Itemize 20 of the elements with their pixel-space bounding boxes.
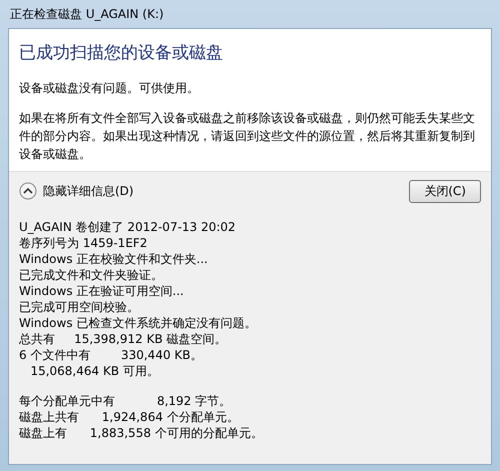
details-toggle[interactable]: 隐藏详细信息(D) — [19, 182, 134, 200]
detail-line: 已完成可用空间校验。 — [19, 298, 139, 314]
heading: 已成功扫描您的设备或磁盘 — [19, 42, 224, 65]
message-text: 设备或磁盘没有问题。可供使用。 — [19, 80, 200, 96]
detail-line: 卷序列号为 1459-1EF2 — [19, 234, 148, 250]
chevron-icon — [19, 182, 37, 200]
detail-line: Windows 已检查文件系统并确定没有问题。 — [19, 314, 256, 330]
window-title: 正在检查磁盘 U_AGAIN (K:) — [9, 6, 165, 23]
detail-line: 15,068,464 KB 可用。 — [29, 362, 159, 378]
detail-line: 已完成文件和文件夹验证。 — [19, 266, 163, 282]
detail-line: 磁盘上共有 1,924,864 个分配单元。 — [19, 408, 239, 424]
message-text: 如果在将所有文件全部写入设备或磁盘之前移除该设备或磁盘，则仍然可能丢失某些文件的部分内容。如果出现这种情况，请返回到这些文件的源位置，然后将其重新复制到设备或磁盘。 — [19, 110, 476, 162]
detail-line: Windows 正在校验文件和文件夹... — [19, 250, 208, 266]
detail-line: 6 个文件中有 330,440 KB。 — [19, 346, 203, 362]
detail-line: Windows 正在验证可用空间... — [19, 282, 184, 298]
detail-line: 磁盘上有 1,883,558 个可用的分配单元。 — [19, 424, 263, 440]
detail-line: 总共有 15,398,912 KB 磁盘空间。 — [19, 330, 227, 346]
detail-line: U_AGAIN 卷创建了 2012-07-13 20:02 — [19, 218, 236, 234]
close-button[interactable]: 关闭(C) — [409, 180, 481, 202]
detail-line: 每个分配单元中有 8,192 字节。 — [19, 392, 232, 408]
